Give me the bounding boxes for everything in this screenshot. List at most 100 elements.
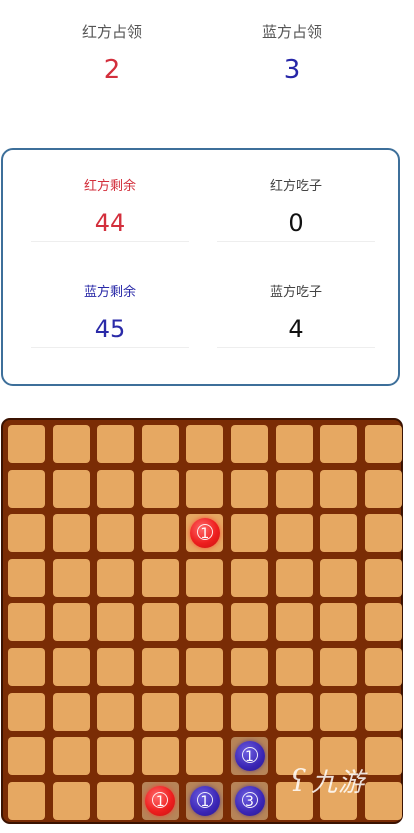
board-cell[interactable] [231, 514, 268, 553]
board-cell[interactable] [141, 558, 179, 597]
board-cell[interactable] [97, 648, 135, 686]
board-cell[interactable] [141, 603, 179, 642]
board-cell[interactable] [364, 514, 402, 553]
red-piece[interactable]: 1 [189, 518, 220, 549]
blue-occupy-label: 蓝方占领 [261, 23, 322, 41]
red-captured: 红方吃子 0 [217, 150, 375, 250]
board-cell[interactable] [97, 425, 135, 463]
red-occupy-label: 红方占领 [81, 23, 142, 41]
red-piece[interactable]: 1 [145, 785, 176, 816]
board-cell[interactable] [8, 558, 45, 597]
board-cell[interactable] [320, 558, 358, 597]
blue-piece[interactable]: 1 [234, 741, 265, 772]
board-cell[interactable] [8, 648, 45, 686]
board-cell[interactable] [97, 558, 135, 597]
blue-remaining-label: 蓝方剩余 [83, 285, 136, 300]
board-cell[interactable] [186, 558, 224, 597]
board-cell[interactable] [364, 603, 402, 642]
board-cell[interactable] [231, 558, 268, 597]
piece-count: 1 [245, 749, 254, 766]
board-cell[interactable] [8, 469, 45, 508]
board-cell[interactable] [8, 603, 45, 642]
board-cell[interactable] [52, 737, 90, 776]
board-cell[interactable] [364, 692, 402, 731]
board-cell[interactable] [141, 692, 179, 731]
board-cell[interactable] [186, 469, 224, 508]
board-cell[interactable] [364, 425, 402, 463]
blue-occupy: 蓝方占领 3 [222, 18, 362, 90]
blue-piece[interactable]: 3 [234, 785, 265, 816]
board-cell[interactable] [364, 558, 402, 597]
board-cell[interactable] [364, 648, 402, 686]
board-cell[interactable] [364, 737, 402, 776]
occupation-summary: 红方占领 2 蓝方占领 3 [0, 18, 414, 98]
divider [31, 347, 189, 348]
board-cell[interactable] [364, 469, 402, 508]
blue-captured: 蓝方吃子 4 [217, 256, 375, 356]
watermark: ʕ 九游 [290, 762, 365, 802]
blue-piece[interactable]: 1 [189, 785, 220, 816]
red-remaining-value: 44 [94, 209, 126, 237]
board-cell[interactable] [231, 692, 268, 731]
board-cell[interactable] [275, 692, 313, 731]
board-cell[interactable] [52, 558, 90, 597]
blue-captured-value: 4 [288, 315, 304, 343]
board-cell[interactable] [364, 781, 402, 820]
board-cell[interactable] [186, 425, 224, 463]
board-cell[interactable] [231, 603, 268, 642]
board-cell[interactable] [141, 648, 179, 686]
red-captured-label: 红方吃子 [269, 179, 322, 194]
board-cell[interactable] [52, 603, 90, 642]
board-cell[interactable] [275, 603, 313, 642]
board-cell[interactable] [97, 469, 135, 508]
board-cell[interactable] [97, 603, 135, 642]
board-cell[interactable] [8, 692, 45, 731]
board-cell[interactable] [141, 514, 179, 553]
red-remaining-label: 红方剩余 [83, 179, 136, 194]
board-cell[interactable] [97, 514, 135, 553]
board-cell[interactable] [275, 648, 313, 686]
board-cell[interactable] [320, 514, 358, 553]
board-cell[interactable] [186, 737, 224, 776]
board-cell[interactable] [275, 425, 313, 463]
board-cell[interactable] [141, 425, 179, 463]
board-cell[interactable] [275, 558, 313, 597]
blue-occupy-value: 3 [283, 55, 301, 85]
board-cell[interactable] [8, 425, 45, 463]
board-cell[interactable] [320, 648, 358, 686]
board-cell[interactable] [8, 781, 45, 820]
board-cell[interactable] [97, 781, 135, 820]
red-captured-value: 0 [288, 209, 304, 237]
board-cell[interactable] [231, 469, 268, 508]
board-cell[interactable] [52, 469, 90, 508]
board-cell[interactable] [97, 692, 135, 731]
divider [217, 347, 375, 348]
board-cell[interactable] [186, 692, 224, 731]
board-cell[interactable] [141, 469, 179, 508]
board-cell[interactable] [97, 737, 135, 776]
board-cell[interactable] [320, 603, 358, 642]
board-cell[interactable] [52, 781, 90, 820]
board-cell[interactable] [8, 737, 45, 776]
board-cell[interactable] [186, 648, 224, 686]
board-cell[interactable] [231, 425, 268, 463]
board-cell[interactable] [275, 514, 313, 553]
piece-count: 1 [200, 526, 210, 543]
board-cell[interactable] [320, 692, 358, 731]
board-cell[interactable] [231, 648, 268, 686]
watermark-text: 九游 [311, 768, 366, 798]
blue-remaining-value: 45 [94, 315, 126, 343]
board-cell[interactable] [320, 425, 358, 463]
board-cell[interactable] [52, 514, 90, 553]
board-cell[interactable] [52, 648, 90, 686]
board-cell[interactable] [141, 737, 179, 776]
board-cell[interactable] [8, 514, 45, 553]
board-cell[interactable] [186, 603, 224, 642]
board-cell[interactable] [52, 692, 90, 731]
board-cell[interactable] [52, 425, 90, 463]
board-cell[interactable] [320, 469, 358, 508]
board-cell[interactable] [275, 469, 313, 508]
piece-count: 3 [245, 793, 254, 810]
divider [217, 241, 375, 242]
piece-count: 1 [155, 793, 165, 810]
